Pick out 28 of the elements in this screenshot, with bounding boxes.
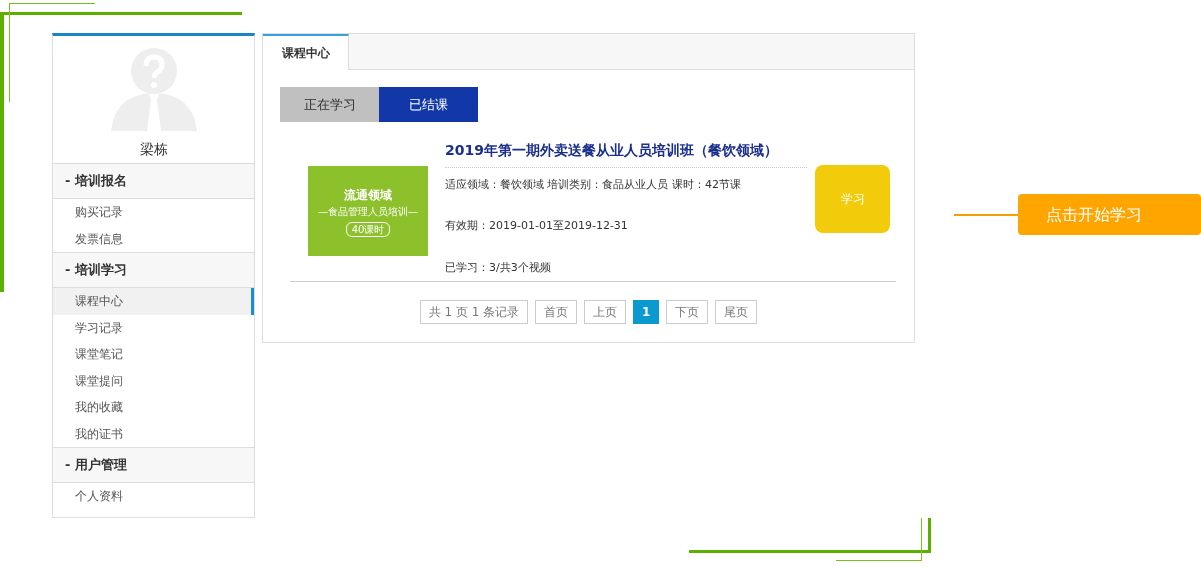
sidebar-item[interactable]: 学习记录 [53, 314, 254, 341]
watched-videos-text: 已学习：3/共3个视频 [445, 260, 552, 276]
course-cover: 流通领域 —食品管理人员培训— 40课时 [308, 166, 428, 256]
sidebar-item[interactable]: 课程中心 [53, 288, 254, 315]
page-button[interactable]: 上页 [584, 300, 627, 324]
leader-line [954, 213, 1018, 216]
sidebar-item[interactable]: 课堂笔记 [53, 341, 254, 368]
page-button[interactable]: 下页 [666, 300, 709, 324]
sidebar-item[interactable]: 我的证书 [53, 420, 254, 447]
page-button[interactable]: 尾页 [715, 300, 758, 324]
sidebar-section-header[interactable]: - 培训报名 [53, 163, 254, 199]
user-name: 梁栋 [139, 140, 168, 159]
sidebar-item[interactable]: 课堂提问 [53, 367, 254, 394]
sidebar-item[interactable]: 我的收藏 [53, 394, 254, 421]
validity-period: 有效期：2019-01-01至2019-12-31 [445, 217, 629, 234]
tab[interactable]: 课程中心 [263, 34, 349, 70]
sidebar-section-header[interactable]: - 培训学习 [53, 252, 254, 288]
callout-note: 点击开始学习 [1018, 194, 1201, 235]
sidebar-section-header[interactable]: - 用户管理 [53, 447, 254, 483]
record-count-text: 共 1 页 1 条记录 [419, 300, 529, 324]
page-button[interactable]: 首页 [535, 300, 578, 324]
course-title[interactable]: 2019年第一期外卖送餐从业人员培训班（餐饮领域） [445, 140, 807, 168]
filter-tab[interactable]: 已结课 [379, 87, 478, 122]
sidebar-item[interactable]: 购买记录 [53, 199, 254, 226]
course-details: 适应领域：餐饮领域 培训类别：食品从业人员 课时：42节课 [445, 177, 742, 193]
sidebar-item[interactable]: 个人资料 [53, 483, 254, 510]
filter-tab[interactable]: 正在学习 [280, 87, 379, 122]
sidebar-item[interactable]: 发票信息 [53, 225, 254, 252]
